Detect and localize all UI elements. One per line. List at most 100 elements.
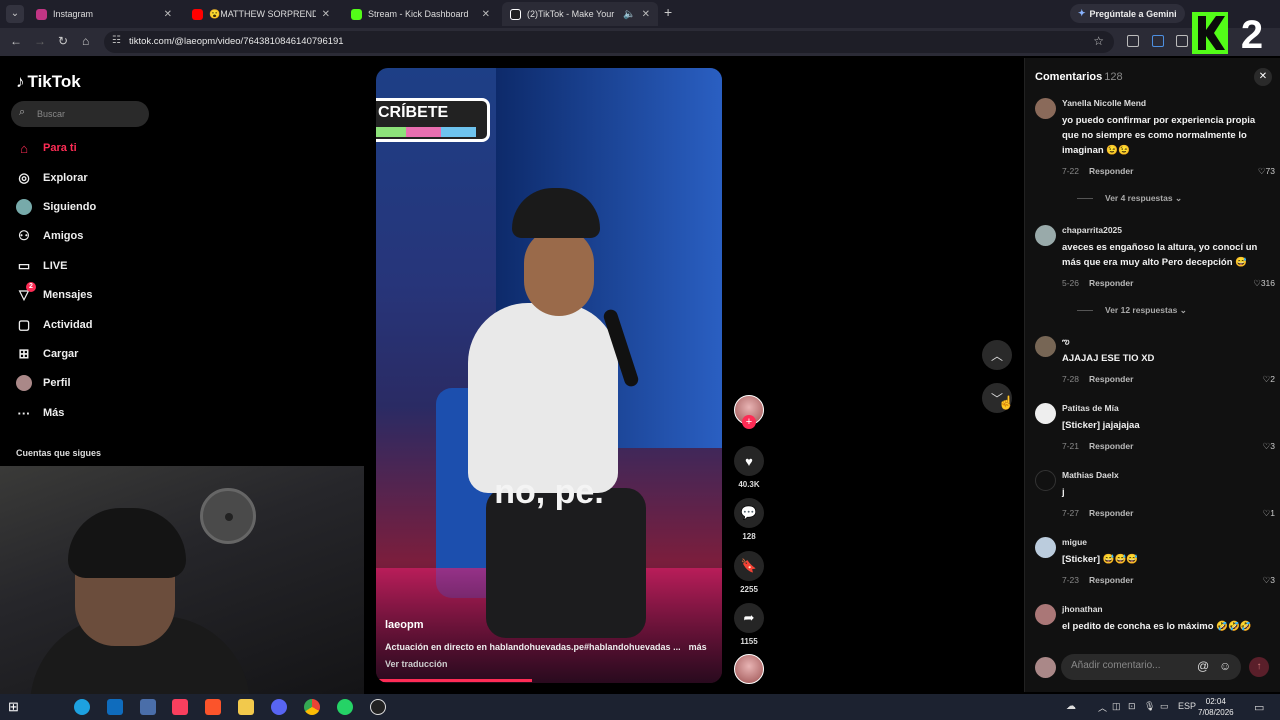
new-tab-button[interactable]: + [664, 4, 672, 20]
sidebar-item-amigos[interactable]: ⚇ Amigos [16, 226, 83, 246]
video-progress-bar[interactable] [376, 679, 532, 682]
commenter-name[interactable]: jhonathan [1062, 604, 1103, 614]
sidebar-item-actividad[interactable]: ▢ Actividad [16, 315, 93, 335]
comment-like-button[interactable]: ♡3 [1263, 441, 1275, 452]
tab-youtube[interactable]: 😮MATTHEW SORPRENDIDO ✕ [184, 2, 338, 26]
like-button[interactable]: ♥ 40.3K [734, 446, 764, 489]
home-icon[interactable]: ⌂ [82, 34, 89, 48]
reply-button[interactable]: Responder [1089, 374, 1133, 384]
windows-start-icon[interactable]: ⊞ [8, 699, 24, 715]
comment-button[interactable]: 💬 128 [734, 498, 764, 541]
commenter-avatar[interactable] [1035, 336, 1056, 357]
close-tab-icon[interactable]: ✕ [642, 9, 650, 20]
file-explorer-icon[interactable] [238, 699, 254, 715]
comment-like-button[interactable]: ♡2 [1263, 374, 1275, 385]
reply-button[interactable]: Responder [1089, 278, 1133, 288]
store-icon[interactable] [140, 699, 156, 715]
discord-icon[interactable] [271, 699, 287, 715]
tray-app-icon[interactable]: ◫ [1112, 701, 1121, 712]
music-icon[interactable] [172, 699, 188, 715]
tab-instagram[interactable]: Instagram ✕ [28, 2, 180, 26]
close-tab-icon[interactable]: ✕ [322, 9, 330, 20]
sidebar-item-para-ti[interactable]: ⌂ Para ti [16, 138, 77, 158]
tiktok-logo[interactable]: ♪ TikTok [16, 72, 81, 92]
network-icon[interactable]: ▭ [1160, 701, 1169, 712]
previous-video-button[interactable]: ︿ [982, 340, 1012, 370]
share-button[interactable]: ➦ 1155 [734, 603, 764, 646]
commenter-avatar[interactable] [1035, 403, 1056, 424]
commenter-name[interactable]: Patitas de Mía [1062, 403, 1119, 413]
sidebar-item-siguiendo[interactable]: Siguiendo [16, 197, 96, 217]
view-replies-button[interactable]: Ver 4 respuestas ⌄ [1077, 193, 1182, 204]
site-info-icon[interactable]: ☷ [112, 35, 121, 46]
send-comment-button[interactable]: ↑ [1249, 657, 1269, 677]
tab-tiktok[interactable]: (2)TikTok - Make Your Day 🔈 ✕ [502, 2, 658, 26]
language-indicator[interactable]: ESP [1178, 701, 1196, 711]
search-input[interactable]: ⌕ Buscar [11, 101, 149, 127]
sidebar-item-mensajes[interactable]: ▽ 2 Mensajes [16, 282, 93, 305]
commenter-avatar[interactable] [1035, 537, 1056, 558]
emoji-icon[interactable]: ☺ [1219, 659, 1231, 673]
obs-icon[interactable] [370, 699, 386, 715]
commenter-avatar[interactable] [1035, 225, 1056, 246]
sound-avatar[interactable] [734, 654, 764, 684]
reply-button[interactable]: Responder [1089, 166, 1133, 176]
commenter-name[interactable]: chaparrita2025 [1062, 225, 1122, 235]
video-player[interactable]: CRÍBETE no, pe. laeopm Actuación en dire… [376, 68, 722, 683]
sidebar-item-explorar[interactable]: ◎ Explorar [16, 168, 87, 188]
translate-link[interactable]: Ver traducción [385, 659, 448, 669]
commenter-avatar[interactable] [1035, 98, 1056, 119]
tab-search-button[interactable]: ⌄ [6, 5, 24, 23]
tray-chevron-icon[interactable]: ︿ [1098, 701, 1107, 714]
reply-button[interactable]: Responder [1089, 508, 1133, 518]
creator-avatar[interactable]: + [734, 395, 764, 429]
follow-plus-icon[interactable]: + [742, 415, 756, 429]
reply-button[interactable]: Responder [1089, 575, 1133, 585]
comment-like-button[interactable]: ♡316 [1253, 278, 1275, 289]
save-button[interactable]: 🔖 2255 [734, 551, 764, 594]
comment-like-button[interactable]: ♡73 [1258, 166, 1275, 177]
sidebar-item-mas[interactable]: ··· Más [16, 403, 65, 423]
close-comments-button[interactable]: ✕ [1254, 68, 1272, 86]
commenter-name[interactable]: Mathias Daelx [1062, 470, 1119, 480]
sidebar-item-live[interactable]: ▭ LIVE [16, 256, 68, 276]
edge-icon[interactable] [74, 699, 90, 715]
chrome-icon[interactable] [304, 699, 320, 715]
url-text[interactable]: tiktok.com/@laeopm/video/764381084614079… [129, 36, 344, 47]
comment-like-button[interactable]: ♡1 [1263, 508, 1275, 519]
close-tab-icon[interactable]: ✕ [164, 9, 172, 20]
clock[interactable]: 02:04 7/08/2026 [1198, 696, 1234, 718]
tab-kick[interactable]: Stream - Kick Dashboard ✕ [343, 2, 498, 26]
mention-icon[interactable]: @ [1197, 659, 1209, 673]
video-author[interactable]: laeopm [385, 619, 424, 631]
comment-input[interactable]: Añadir comentario... @ ☺ [1061, 654, 1241, 680]
notifications-icon[interactable]: ▭ [1254, 701, 1264, 714]
commenter-name[interactable]: migue [1062, 537, 1087, 547]
commenter-avatar[interactable] [1035, 470, 1056, 491]
address-bar[interactable]: ☷ tiktok.com/@laeopm/video/7643810846140… [104, 31, 1114, 53]
back-icon[interactable]: ← [10, 34, 22, 48]
commenter-name[interactable]: Yanella Nicolle Mend [1062, 98, 1146, 108]
tray-app-icon[interactable]: ⊡ [1128, 701, 1136, 712]
commenter-avatar[interactable] [1035, 604, 1056, 625]
weather-icon[interactable]: ☁ [1066, 701, 1076, 712]
microphone-icon[interactable]: 🎙 [1144, 701, 1155, 712]
view-replies-button[interactable]: Ver 12 respuestas ⌄ [1077, 305, 1187, 316]
gemini-button[interactable]: ✦ Pregúntale a Gemini [1070, 4, 1185, 23]
whatsapp-icon[interactable] [337, 699, 353, 715]
brave-icon[interactable] [205, 699, 221, 715]
outlook-icon[interactable] [107, 699, 123, 715]
bookmark-star-icon[interactable]: ☆ [1093, 34, 1104, 48]
reload-icon[interactable]: ↻ [58, 34, 68, 48]
mute-tab-icon[interactable]: 🔈 [623, 9, 635, 20]
more-button[interactable]: más [689, 642, 707, 652]
comment-like-button[interactable]: ♡3 [1263, 575, 1275, 586]
forward-icon[interactable]: → [34, 34, 46, 48]
commenter-name[interactable]: ఌ [1062, 336, 1070, 349]
close-tab-icon[interactable]: ✕ [482, 9, 490, 20]
extensions-puzzle-icon[interactable] [1176, 35, 1188, 47]
extension-icon[interactable] [1152, 35, 1164, 47]
sidebar-item-cargar[interactable]: ⊞ Cargar [16, 344, 79, 364]
sidebar-item-perfil[interactable]: Perfil [16, 373, 71, 393]
extension-icon[interactable] [1127, 35, 1139, 47]
